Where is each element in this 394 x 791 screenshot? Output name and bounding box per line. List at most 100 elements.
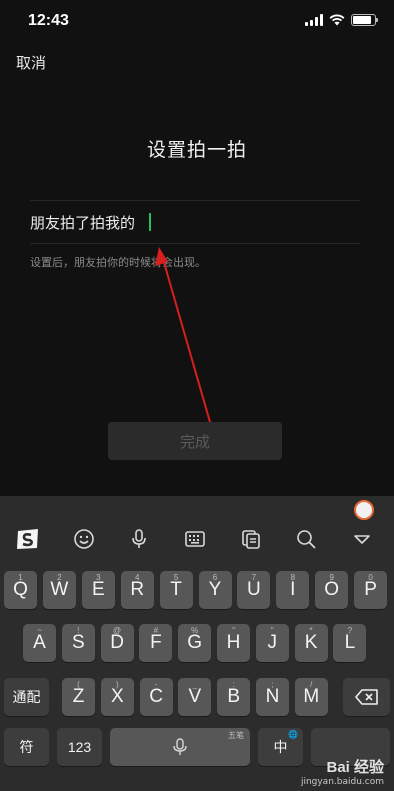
key-hint: ! [77, 626, 80, 635]
key-q[interactable]: 1Q [4, 571, 37, 609]
key-label: D [110, 632, 124, 653]
space-key[interactable]: 五笔 [110, 728, 250, 766]
key-hint: 2 [57, 573, 62, 582]
key-d[interactable]: @ D [100, 624, 134, 662]
key-a[interactable]: ~ A [23, 624, 56, 662]
key-hint: @ [113, 626, 122, 635]
status-icons [305, 14, 378, 26]
keyboard: 1 Q 2 W 3 E 4 R 5 T 6 Y 7 U 8 I 9 O 0 P ~ A! S @ D # F% G " H " J * K? L(Z… [0, 496, 394, 791]
key-hint: " [270, 626, 274, 635]
key-label: B [227, 686, 241, 707]
key-h[interactable]: " H [217, 624, 250, 662]
key-hint: % [191, 626, 199, 635]
key-n[interactable]: ; N [256, 678, 289, 716]
key-label: S [71, 632, 85, 653]
key-label: I [290, 579, 296, 600]
microphone-icon[interactable] [125, 525, 153, 553]
done-button[interactable]: 完成 [108, 422, 282, 460]
key-c[interactable]: -C [139, 678, 173, 716]
key-g[interactable]: % G [178, 624, 212, 662]
key-label: J [267, 632, 278, 653]
key-label: V [188, 686, 202, 707]
key-label: Z [72, 686, 85, 707]
clipboard-icon[interactable] [237, 525, 265, 553]
keyboard-icon[interactable] [181, 525, 209, 553]
number-key[interactable]: 123 [57, 728, 102, 766]
key-b[interactable]: :B [217, 678, 251, 716]
watermark-url: jingyan.baidu.com [300, 777, 384, 787]
key-f[interactable]: # F [139, 624, 173, 662]
key-i[interactable]: 8I [276, 571, 310, 609]
text-caret [149, 213, 152, 231]
key-x[interactable]: ) X [100, 678, 134, 716]
key-k[interactable]: * K [294, 624, 328, 662]
key-hint: / [310, 680, 313, 689]
keyboard-toolbar [0, 521, 394, 557]
key-s[interactable]: ! S [61, 624, 95, 662]
key-label: U [247, 579, 261, 600]
key-p[interactable]: 0P [354, 571, 388, 609]
battery-icon [351, 14, 378, 26]
key-hint: 8 [290, 573, 296, 582]
key-z[interactable]: (Z [62, 678, 95, 716]
pat-input-row[interactable]: 朋友拍了拍我的 [30, 200, 360, 244]
key-label: Q [13, 579, 28, 600]
key-hint: 5 [173, 573, 179, 582]
keyboard-avatar[interactable] [354, 500, 374, 520]
key-w[interactable]: 2W [42, 571, 76, 609]
key-y[interactable]: 6Y [198, 571, 232, 609]
key-hint: " [232, 626, 235, 635]
space-key-hint: 五笔 [228, 731, 244, 740]
key-label: X [110, 686, 124, 707]
key-label: K [304, 632, 318, 653]
search-icon[interactable] [292, 525, 320, 553]
watermark: Bai 经验 jingyan.baidu.com [301, 756, 384, 787]
input-prefix: 朋友拍了拍我的 [30, 213, 136, 232]
key-t[interactable]: 5T [159, 571, 193, 609]
emoji-icon[interactable] [70, 525, 98, 553]
globe-icon: 🌐 [288, 730, 298, 739]
key-label: A [33, 632, 46, 653]
key-j[interactable]: " J [255, 624, 289, 662]
collapse-icon[interactable] [348, 525, 376, 553]
status-time: 12:43 [28, 12, 69, 29]
wifi-icon [329, 14, 345, 26]
key-label: M [303, 686, 320, 707]
key-e[interactable]: 3E [81, 571, 115, 609]
key-l[interactable]: ? L [333, 624, 367, 662]
key-label: C [149, 686, 163, 707]
chinese-key[interactable]: 中 🌐 [258, 728, 303, 766]
key-label: G [187, 632, 203, 653]
backspace-key[interactable] [343, 678, 390, 716]
key-hint: - [154, 680, 158, 689]
key-r[interactable]: 4R [120, 571, 154, 609]
signal-icon [305, 14, 323, 26]
key-hint: _ [192, 680, 198, 689]
key-o[interactable]: 9O [315, 571, 349, 609]
key-hint: ; [271, 680, 274, 689]
page-title: 设置拍一拍 [146, 139, 247, 161]
pat-suffix-input[interactable] [149, 211, 319, 233]
match-key[interactable]: 通配 [4, 678, 49, 716]
key-m[interactable]: / M [294, 678, 328, 716]
battery-level [353, 16, 371, 24]
sogou-logo-icon[interactable] [14, 525, 42, 553]
key-label: E [91, 579, 105, 600]
key-label: F [150, 632, 162, 653]
key-label: P [364, 579, 377, 600]
key-v[interactable]: _ V [178, 678, 212, 716]
key-hint: ~ [37, 626, 42, 635]
key-label: N [265, 686, 280, 707]
key-hint: 9 [329, 573, 334, 582]
key-label: T [170, 579, 182, 600]
key-hint: 6 [212, 573, 218, 582]
key-label: O [324, 579, 340, 600]
backspace-icon [354, 689, 378, 705]
key-hint: 0 [368, 573, 373, 582]
symbol-key[interactable]: 符 [4, 728, 49, 766]
key-u[interactable]: 7U [237, 571, 271, 609]
cancel-button[interactable]: 取消 [16, 52, 46, 73]
key-label: R [130, 579, 145, 600]
key-label: Y [208, 579, 222, 600]
key-hint: ? [347, 626, 353, 635]
